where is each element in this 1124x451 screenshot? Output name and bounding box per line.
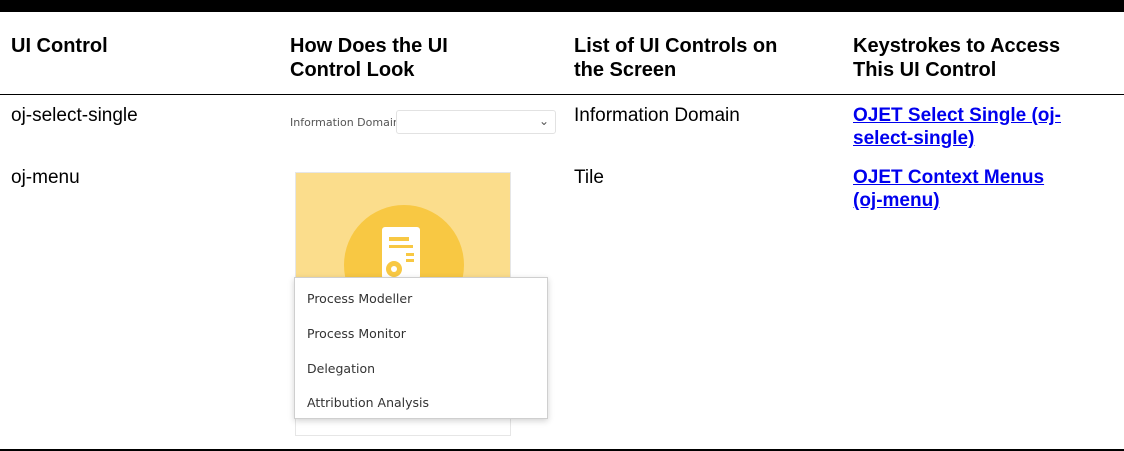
chevron-down-icon: ⌄ xyxy=(538,114,549,128)
row2-link[interactable]: OJET Context Menus (oj-menu) xyxy=(853,166,1044,212)
header-list-line2: the Screen xyxy=(574,59,677,81)
document-gear-icon xyxy=(382,227,420,279)
link-line2: select-single) xyxy=(853,128,975,149)
header-keystrokes-line1: Keystrokes to Access xyxy=(853,35,1061,57)
link-line1: OJET Context Menus xyxy=(853,167,1045,188)
header-keystrokes: Keystrokes to Access This UI Control xyxy=(853,34,1060,82)
table-top-rule xyxy=(0,0,1124,12)
context-menu: Process Modeller Process Monitor Delegat… xyxy=(294,277,548,419)
row2-control-name: oj-menu xyxy=(11,167,80,188)
header-how-look: How Does the UI Control Look xyxy=(290,34,448,82)
menu-item-attribution-analysis[interactable]: Attribution Analysis xyxy=(307,395,429,410)
header-how-look-line1: How Does the UI xyxy=(290,35,448,57)
information-domain-select[interactable]: ⌄ xyxy=(396,110,556,134)
header-keystrokes-line2: This UI Control xyxy=(853,59,997,81)
link-line2: (oj-menu) xyxy=(853,190,940,211)
ojet-select-single-link[interactable]: OJET Select Single (oj- select-single) xyxy=(853,105,1061,149)
menu-item-process-monitor[interactable]: Process Monitor xyxy=(307,326,406,341)
header-list-line1: List of UI Controls on xyxy=(574,35,778,57)
select-single-preview: Information Domain ⌄ xyxy=(290,110,560,136)
link-line1: OJET Select Single (oj- xyxy=(853,105,1061,126)
row1-control-name: oj-select-single xyxy=(11,105,138,126)
row1-link[interactable]: OJET Select Single (oj- select-single) xyxy=(853,104,1061,150)
menu-item-process-modeller[interactable]: Process Modeller xyxy=(307,291,412,306)
header-ui-control: UI Control xyxy=(11,35,108,57)
row1-list-item: Information Domain xyxy=(574,105,740,126)
menu-item-delegation[interactable]: Delegation xyxy=(307,361,375,376)
row2-list-item: Tile xyxy=(574,167,604,188)
header-list-controls: List of UI Controls on the Screen xyxy=(574,34,777,82)
select-label: Information Domain xyxy=(290,116,400,129)
header-divider xyxy=(0,94,1124,95)
ojet-context-menus-link[interactable]: OJET Context Menus (oj-menu) xyxy=(853,167,1044,211)
header-how-look-line2: Control Look xyxy=(290,59,415,81)
